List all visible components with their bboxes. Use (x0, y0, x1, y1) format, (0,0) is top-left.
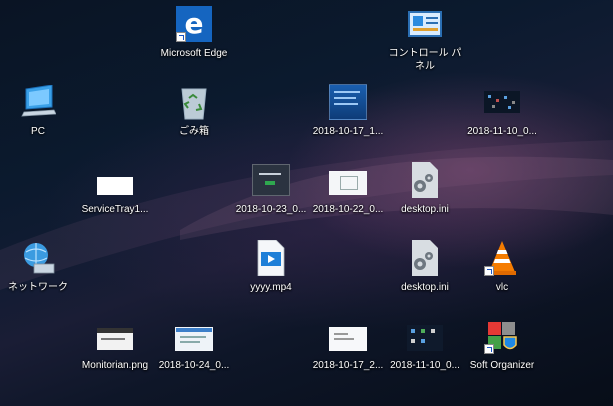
desktop-icon-vlc[interactable]: vlc (464, 236, 540, 310)
desktop-icon-yyyy-mp4[interactable]: yyyy.mp4 (233, 236, 309, 310)
shortcut-arrow-icon (176, 32, 186, 42)
icon-label: 2018-10-24_0... (158, 360, 230, 371)
desktop-icon-recycle-bin[interactable]: ごみ箱 (156, 80, 232, 154)
icon-label: 2018-11-10_0... (390, 360, 460, 371)
image-thumbnail-icon (405, 316, 445, 356)
icon-label: Microsoft Edge (160, 48, 228, 59)
soft-organizer-icon (482, 316, 522, 356)
icon-label: vlc (495, 282, 509, 293)
desktop-icon-file-20181017-2[interactable]: 2018-10-17_2... (310, 314, 386, 388)
desktop-icon-control-panel[interactable]: コントロール パ ネル (387, 2, 463, 76)
network-icon (18, 238, 58, 278)
image-thumbnail-icon (482, 82, 522, 122)
icon-label: 2018-10-17_1... (312, 126, 384, 137)
desktop-icon-file-20181024[interactable]: 2018-10-24_0... (156, 314, 232, 388)
desktop-icon-pc[interactable]: PC (0, 80, 76, 154)
icon-label: ServiceTray1... (81, 204, 149, 215)
icon-label: Monitorian.png (81, 360, 149, 371)
pc-icon (18, 82, 58, 122)
icon-label: 2018-11-10_0... (467, 126, 537, 137)
icon-label: コントロール パ ネル (388, 48, 462, 72)
shortcut-arrow-icon (484, 266, 494, 276)
image-thumbnail-icon (328, 160, 368, 200)
video-file-icon (251, 238, 291, 278)
image-thumbnail-icon (95, 316, 135, 356)
icon-label: ごみ箱 (179, 126, 209, 137)
icon-label: yyyy.mp4 (250, 282, 292, 293)
settings-file-icon (405, 238, 445, 278)
icon-label: ネットワーク (8, 282, 68, 293)
image-thumbnail-icon (328, 316, 368, 356)
desktop-icon-network[interactable]: ネットワーク (0, 236, 76, 310)
settings-file-icon (405, 160, 445, 200)
vlc-icon (482, 238, 522, 278)
icon-label: 2018-10-22_0... (312, 204, 384, 215)
recycle-bin-icon (174, 82, 214, 122)
desktop-icon-file-20181110-2[interactable]: 2018-11-10_0... (387, 314, 463, 388)
desktop-icon-soft-organizer[interactable]: Soft Organizer (464, 314, 540, 388)
desktop-icon-desktop-ini-2[interactable]: desktop.ini (387, 236, 463, 310)
icon-label: Soft Organizer (469, 360, 535, 371)
control-panel-icon (405, 4, 445, 44)
icon-label: desktop.ini (401, 282, 449, 293)
desktop-icon-file-20181022[interactable]: 2018-10-22_0... (310, 158, 386, 232)
image-thumbnail-icon (95, 160, 135, 200)
icon-label: 2018-10-17_2... (312, 360, 384, 371)
desktop-icon-file-20181017-1[interactable]: 2018-10-17_1... (310, 80, 386, 154)
image-thumbnail-icon (174, 316, 214, 356)
icon-label: desktop.ini (401, 204, 449, 215)
desktop-icon-file-20181110-1[interactable]: 2018-11-10_0... (464, 80, 540, 154)
edge-icon: e (174, 4, 214, 44)
image-thumbnail-icon (251, 160, 291, 200)
icon-label: 2018-10-23_0... (235, 204, 307, 215)
desktop-icon-servicetray[interactable]: ServiceTray1... (77, 158, 153, 232)
desktop-icon-edge[interactable]: e Microsoft Edge (156, 2, 232, 76)
icon-label: PC (31, 126, 45, 137)
desktop-icon-file-20181023[interactable]: 2018-10-23_0... (233, 158, 309, 232)
shortcut-arrow-icon (484, 344, 494, 354)
desktop-icon-desktop-ini-1[interactable]: desktop.ini (387, 158, 463, 232)
desktop-icon-monitorian[interactable]: Monitorian.png (77, 314, 153, 388)
image-thumbnail-icon (328, 82, 368, 122)
